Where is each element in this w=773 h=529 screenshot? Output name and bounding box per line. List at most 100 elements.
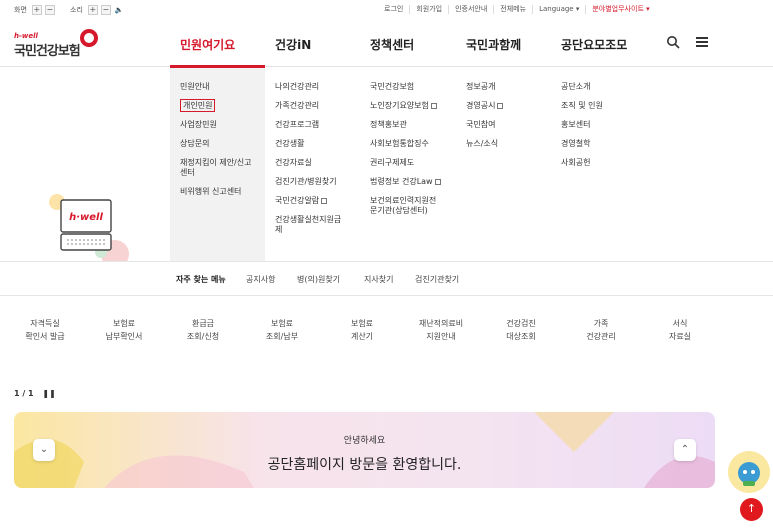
speaker-icon[interactable]: 🔈 <box>114 5 124 15</box>
logo-hwell: h-well <box>14 32 38 40</box>
mega-col-health: 나의건강관리 가족건강관리 건강프로그램 건강생활 건강자료실 검진기관/병원찾… <box>275 82 341 244</box>
menu-pr-center[interactable]: 홍보센터 <box>561 120 603 130</box>
nav-health-in[interactable]: 건강iN <box>275 36 311 53</box>
language-select[interactable]: Language ▾ <box>532 5 585 14</box>
menu-about-nhis[interactable]: 공단소개 <box>561 82 603 92</box>
banner-page-count: 1 / 1 <box>14 389 34 398</box>
menu-health-alarm[interactable]: 국민건강알람 <box>275 196 341 206</box>
mega-col-together: 정보공개 경영공시 국민참여 뉴스/소식 <box>466 82 504 158</box>
top-utility-bar: 화면 + − 소리 + − 🔈 로그인 회원가입 인증서안내 전체메뉴 Lang… <box>0 0 773 20</box>
menu-news[interactable]: 뉴스/소식 <box>466 139 503 149</box>
menu-misconduct-report[interactable]: 비위행위 신고센터 <box>180 187 251 197</box>
frequent-menu-bar: 자주 찾는 메뉴 공지사항 병(의)원찾기 지사찾기 검진기관찾기 <box>0 261 773 296</box>
menu-finance-guard-cont[interactable]: 센터 <box>180 168 251 178</box>
illus-hwell-text: h·well <box>69 212 103 223</box>
volume-down-button[interactable]: − <box>100 5 111 15</box>
hamburger-menu-icon[interactable] <box>696 37 708 47</box>
mega-menu: h·well 민원안내 개인민원 사업장민원 상담문의 재정지킴이 제안/신고 … <box>0 68 773 268</box>
menu-rights-relief[interactable]: 권리구제제도 <box>370 158 441 168</box>
menu-organization[interactable]: 조직 및 인원 <box>561 101 603 111</box>
nav-civil-service[interactable]: 민원여기요 <box>180 36 235 53</box>
menu-medical-staff-support-cont[interactable]: 문기관(상담센터) <box>370 206 441 216</box>
login-link[interactable]: 로그인 <box>378 5 409 14</box>
menu-management-disclosure[interactable]: 경영공시 <box>466 101 504 111</box>
quick-notice[interactable]: 공지사항 <box>246 274 275 285</box>
nav-policy-center[interactable]: 정책센터 <box>370 36 414 53</box>
quick-find-branch[interactable]: 지사찾기 <box>364 274 393 285</box>
welcome-banner: 안녕하세요 공단홈페이지 방문을 환영합니다. ⌄ ⌃ <box>14 412 715 488</box>
logo-title: 국민건강보험 <box>14 44 81 59</box>
external-link-icon <box>434 178 441 185</box>
menu-health-subsidy-cont[interactable]: 제 <box>275 225 341 235</box>
mega-col-civil: 민원안내 개인민원 사업장민원 상담문의 재정지킴이 제안/신고 센터 비위행위… <box>180 82 251 206</box>
service-shortcuts: 자격득실 확인서 발급 보험료 납부확인서 환급금 조회/신청 보험료 조회/납부 보험… <box>0 317 773 357</box>
menu-find-hospital[interactable]: 검진기관/병원찾기 <box>275 177 341 187</box>
zoom-in-button[interactable]: + <box>31 5 42 15</box>
frequent-menu-label: 자주 찾는 메뉴 <box>176 275 226 284</box>
scroll-to-top-button[interactable]: ↑ <box>740 498 763 521</box>
sound-label: 소리 <box>70 6 83 14</box>
menu-health-subsidy[interactable]: 건강생활실천지원금 <box>275 215 341 225</box>
external-link-icon <box>497 102 504 109</box>
menu-health-archive[interactable]: 건강자료실 <box>275 158 341 168</box>
logo[interactable]: h-well 국민건강보험 <box>14 29 98 59</box>
banner-decoration <box>14 412 715 488</box>
external-link-icon <box>321 197 328 204</box>
mega-col-about: 공단소개 조직 및 인원 홍보센터 경영철학 사회공헌 <box>561 82 603 177</box>
service-forms-archive[interactable]: 서식 자료실 <box>645 317 715 343</box>
menu-social-contribution[interactable]: 사회공헌 <box>561 158 603 168</box>
service-premium-calculator[interactable]: 보험료 계산기 <box>327 317 397 343</box>
full-menu-link[interactable]: 전체메뉴 <box>493 5 532 14</box>
signup-link[interactable]: 회원가입 <box>409 5 448 14</box>
menu-integrated-collection[interactable]: 사회보험통합징수 <box>370 139 441 149</box>
service-premium-payment[interactable]: 보험료 조회/납부 <box>247 317 317 343</box>
business-site-select[interactable]: 분야별업무사이트 ▾ <box>585 5 655 14</box>
service-checkup-target[interactable]: 건강검진 대상조회 <box>486 317 556 343</box>
menu-civil-guide[interactable]: 민원안내 <box>180 82 251 92</box>
pause-icon[interactable]: ❚❚ <box>42 389 55 398</box>
menu-management-philosophy[interactable]: 경영철학 <box>561 139 603 149</box>
menu-ltc-insurance[interactable]: 노인장기요양보험 <box>370 101 441 111</box>
menu-finance-guard[interactable]: 재정지킴이 제안/신고 <box>180 158 251 168</box>
chevron-up-icon[interactable]: ⌃ <box>674 439 696 461</box>
zoom-out-button[interactable]: − <box>44 5 55 15</box>
menu-medical-staff-support[interactable]: 보건의료인력지원전 <box>370 196 441 206</box>
banner-greeting: 안녕하세요 <box>343 436 386 446</box>
sound-control: 소리 + − 🔈 <box>70 5 124 15</box>
menu-healthy-life[interactable]: 건강생활 <box>275 139 341 149</box>
quick-find-checkup[interactable]: 검진기관찾기 <box>415 274 459 285</box>
screen-zoom-control: 화면 + − <box>14 5 55 15</box>
menu-my-health[interactable]: 나의건강관리 <box>275 82 341 92</box>
service-refund[interactable]: 환급금 조회/신청 <box>168 317 238 343</box>
mascot-icon <box>80 29 98 47</box>
menu-health-law[interactable]: 법령정보 건강Law <box>370 177 441 187</box>
chevron-down-icon[interactable]: ⌄ <box>33 439 55 461</box>
certificate-guide-link[interactable]: 인증서안내 <box>448 5 493 14</box>
menu-consultation[interactable]: 상담문의 <box>180 139 251 149</box>
menu-citizen-participation[interactable]: 국민참여 <box>466 120 503 130</box>
menu-nhi[interactable]: 국민건강보험 <box>370 82 441 92</box>
menu-workplace-civil[interactable]: 사업장민원 <box>180 120 251 130</box>
service-family-health[interactable]: 가족 건강관리 <box>566 317 636 343</box>
menu-personal-civil[interactable]: 개인민원 <box>180 99 216 112</box>
search-icon[interactable] <box>666 35 680 49</box>
service-catastrophic-medical[interactable]: 재난적의료비 지원안내 <box>406 317 476 343</box>
nav-about-nhis[interactable]: 공단요모조모 <box>561 36 627 53</box>
service-payment-cert[interactable]: 보험료 납부확인서 <box>89 317 159 343</box>
menu-policy-pr[interactable]: 정책홍보관 <box>370 120 441 130</box>
volume-up-button[interactable]: + <box>87 5 98 15</box>
menu-health-program[interactable]: 건강프로그램 <box>275 120 341 130</box>
service-qualification-cert[interactable]: 자격득실 확인서 발급 <box>10 317 80 343</box>
utility-links: 로그인 회원가입 인증서안내 전체메뉴 Language ▾ 분야별업무사이트 … <box>378 5 656 14</box>
hwell-computer-illustration: h·well <box>49 194 129 268</box>
menu-family-health[interactable]: 가족건강관리 <box>275 101 341 111</box>
chatbot-mascot-icon[interactable] <box>728 451 770 493</box>
quick-find-hospital[interactable]: 병(의)원찾기 <box>297 274 340 285</box>
header: h-well 국민건강보험 민원여기요 건강iN 정책센터 국민과함께 공단요모… <box>0 20 773 68</box>
menu-info-disclosure[interactable]: 정보공개 <box>466 82 503 92</box>
mega-col-policy: 국민건강보험 노인장기요양보험 정책홍보관 사회보험통합징수 권리구제제도 법령… <box>370 82 441 225</box>
banner-welcome: 공단홈페이지 방문을 환영합니다. <box>267 457 462 473</box>
screen-label: 화면 <box>14 6 27 14</box>
banner-pager: 1 / 1 ❚❚ <box>14 389 56 398</box>
nav-with-citizens[interactable]: 국민과함께 <box>466 36 521 53</box>
